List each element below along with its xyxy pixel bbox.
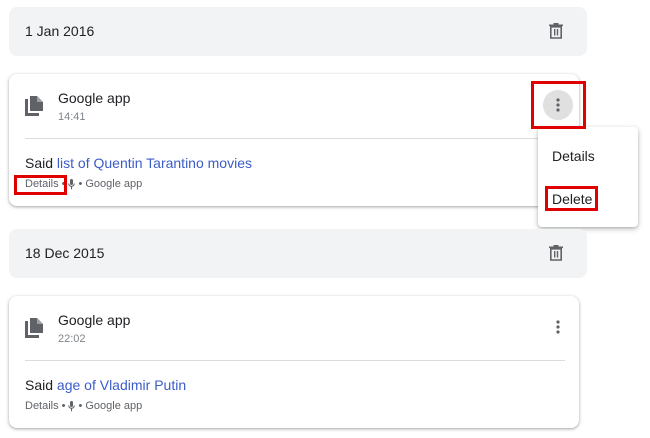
app-name: Google app [58,90,131,106]
time-label: 22:02 [58,333,86,345]
source-label: Google app [85,178,143,190]
more-options-button[interactable] [543,312,573,342]
menu-item-details[interactable]: Details [552,148,595,164]
bullet: • [61,400,66,412]
document-icon [25,318,43,338]
divider [25,360,565,361]
date-label: 1 Jan 2016 [25,23,95,39]
activity-card: Google app 22:02 Said age of Vladimir Pu… [9,296,579,428]
details-link[interactable]: Details [25,400,59,412]
date-header: 1 Jan 2016 [9,7,587,56]
query-link[interactable]: age of Vladimir Putin [57,377,186,393]
highlight-details-link [14,175,67,195]
bullet: • [78,400,83,412]
document-icon [25,96,43,116]
divider [25,138,565,139]
query-link[interactable]: list of Quentin Tarantino movies [57,155,252,171]
app-name: Google app [58,312,131,328]
more-vert-icon [556,320,560,334]
bullet: • [78,178,83,190]
said-line: Said list of Quentin Tarantino movies [25,155,252,171]
trash-icon[interactable] [549,245,563,261]
meta-line: Details • • Google app [25,400,142,412]
said-line: Said age of Vladimir Putin [25,377,186,393]
highlight-delete-item [545,186,598,211]
activity-card: Google app 14:41 Said list of Quentin Ta… [9,74,579,206]
said-prefix: Said [25,155,54,171]
overflow-menu: Details Delete [538,127,638,227]
time-label: 14:41 [58,111,86,123]
date-label: 18 Dec 2015 [25,245,105,261]
mic-icon [68,178,76,189]
mic-icon [68,400,76,411]
trash-icon[interactable] [549,23,563,39]
source-label: Google app [85,400,143,412]
date-header: 18 Dec 2015 [9,229,587,278]
said-prefix: Said [25,377,54,393]
highlight-more-button [531,81,586,129]
